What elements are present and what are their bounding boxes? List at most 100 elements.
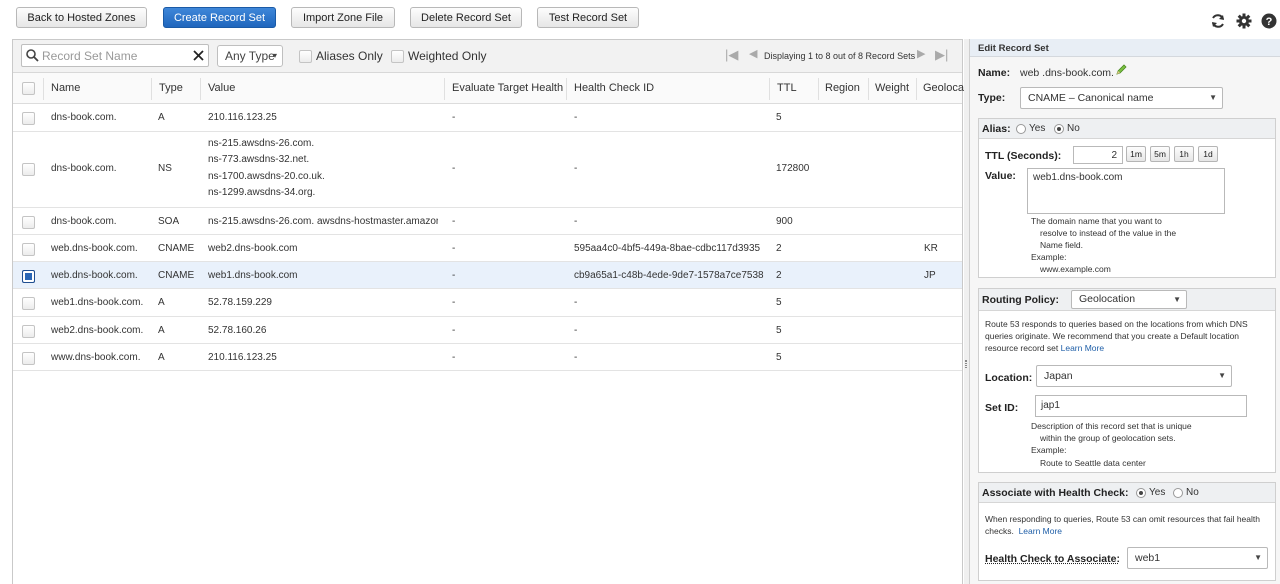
location-select[interactable]: Japan ▼	[1036, 365, 1232, 387]
first-page-icon[interactable]: |◀	[725, 47, 738, 63]
row-evaluate-target-health: -	[452, 112, 455, 123]
ttl-5m-button[interactable]: 5m	[1150, 146, 1170, 162]
row-checkbox[interactable]	[22, 352, 35, 365]
row-evaluate-target-health: -	[452, 163, 455, 174]
splitter-grip[interactable]	[965, 360, 967, 368]
type-filter-select[interactable]: Any Type ▾	[217, 45, 283, 67]
clear-search-icon[interactable]	[193, 50, 204, 61]
test-record-set-button[interactable]: Test Record Set	[537, 7, 639, 28]
row-value-line: ns-215.awsdns-26.com.	[208, 138, 314, 149]
table-row[interactable]: dns-book.com. NS ns-215.awsdns-26.com. n…	[13, 132, 962, 208]
learn-more-link[interactable]: Learn More	[1061, 343, 1104, 353]
row-name: dns-book.com.	[51, 163, 117, 174]
row-checkbox[interactable]	[22, 270, 35, 283]
routing-description-line: queries originate. We recommend that you…	[985, 330, 1239, 342]
aliases-only-checkbox[interactable]	[299, 50, 312, 63]
row-value: web1.dns-book.com	[208, 270, 298, 281]
pencil-icon[interactable]	[1115, 64, 1127, 76]
alias-yes-radio[interactable]	[1016, 124, 1026, 134]
back-to-hosted-zones-button[interactable]: Back to Hosted Zones	[16, 7, 147, 28]
alias-no-label: No	[1067, 123, 1080, 134]
row-name: dns-book.com.	[51, 112, 117, 123]
help-icon[interactable]: ?	[1260, 12, 1278, 30]
row-checkbox[interactable]	[22, 216, 35, 229]
row-ttl: 900	[776, 216, 793, 227]
table-row[interactable]: web2.dns-book.com. A 52.78.160.26 - - 5	[13, 317, 962, 344]
column-header-health-check-id[interactable]: Health Check ID	[574, 82, 654, 94]
create-record-set-button[interactable]: Create Record Set	[163, 7, 276, 28]
row-checkbox[interactable]	[22, 297, 35, 310]
alias-no-radio[interactable]	[1054, 124, 1064, 134]
row-type: CNAME	[158, 270, 194, 281]
import-zone-file-button[interactable]: Import Zone File	[291, 7, 395, 28]
location-label: Location:	[985, 372, 1032, 384]
type-label: Type:	[978, 92, 1005, 104]
learn-more-link[interactable]: Learn More	[1019, 526, 1062, 536]
row-checkbox[interactable]	[22, 325, 35, 338]
column-header-ttl[interactable]: TTL	[777, 82, 797, 94]
row-health-check-id: -	[574, 325, 577, 336]
ttl-1h-button[interactable]: 1h	[1174, 146, 1194, 162]
row-value: web2.dns-book.com	[208, 243, 298, 254]
column-header-value[interactable]: Value	[208, 82, 235, 94]
chevron-down-icon: ▼	[1209, 88, 1217, 108]
health-check-value: web1	[1135, 552, 1160, 564]
table-row[interactable]: web.dns-book.com. CNAME web2.dns-book.co…	[13, 235, 962, 262]
routing-policy-select[interactable]: Geolocation ▼	[1071, 290, 1187, 309]
row-name: web2.dns-book.com.	[51, 325, 143, 336]
ttl-1m-button[interactable]: 1m	[1126, 146, 1146, 162]
record-type-select[interactable]: CNAME – Canonical name ▼	[1020, 87, 1223, 109]
column-header-geolocation[interactable]: Geoloca	[923, 82, 964, 94]
table-row[interactable]: dns-book.com. SOA ns-215.awsdns-26.com. …	[13, 208, 962, 235]
health-check-select[interactable]: web1 ▼	[1127, 547, 1268, 569]
row-health-check-id: -	[574, 216, 577, 227]
record-value-section: Alias: Yes No TTL (Seconds): 2 1m 5m 1h …	[978, 118, 1276, 278]
row-checkbox[interactable]	[22, 112, 35, 125]
associate-no-radio[interactable]	[1173, 488, 1183, 498]
filter-bar: Any Type ▾ Aliases Only Weighted Only |◀…	[13, 40, 962, 73]
table-row[interactable]: www.dns-book.com. A 210.116.123.25 - - 5	[13, 344, 962, 371]
table-row-selected[interactable]: web.dns-book.com. CNAME web1.dns-book.co…	[13, 262, 962, 289]
last-page-icon[interactable]: ▶|	[935, 47, 948, 63]
weighted-only-checkbox[interactable]	[391, 50, 404, 63]
next-page-icon[interactable]: ▶	[917, 47, 925, 60]
column-header-weight[interactable]: Weight	[875, 82, 909, 94]
refresh-icon[interactable]	[1209, 12, 1227, 30]
location-value: Japan	[1044, 370, 1073, 382]
row-name: dns-book.com.	[51, 216, 117, 227]
row-evaluate-target-health: -	[452, 243, 455, 254]
routing-policy-section: Routing Policy: Geolocation ▼ Route 53 r…	[978, 288, 1276, 473]
row-evaluate-target-health: -	[452, 216, 455, 227]
routing-description-line: resource record set Learn More	[985, 342, 1104, 354]
column-header-region[interactable]: Region	[825, 82, 860, 94]
row-value-line: ns-773.awsdns-32.net.	[208, 154, 309, 165]
table-row[interactable]: dns-book.com. A 210.116.123.25 - - 5	[13, 104, 962, 132]
record-sets-panel: Any Type ▾ Aliases Only Weighted Only |◀…	[12, 39, 963, 584]
associate-yes-radio[interactable]	[1136, 488, 1146, 498]
row-health-check-id: -	[574, 112, 577, 123]
column-header-name[interactable]: Name	[51, 82, 80, 94]
gear-icon[interactable]	[1235, 12, 1253, 30]
health-check-description-line: checks. Learn More	[985, 525, 1062, 537]
row-ttl: 5	[776, 297, 782, 308]
search-input[interactable]	[42, 47, 192, 64]
value-textarea[interactable]: web1.dns-book.com	[1027, 168, 1225, 214]
column-header-type[interactable]: Type	[159, 82, 183, 94]
row-geolocation: KR	[924, 243, 938, 254]
record-set-search	[21, 44, 209, 67]
row-name: web.dns-book.com.	[51, 243, 138, 254]
delete-record-set-button[interactable]: Delete Record Set	[410, 7, 522, 28]
ttl-1d-button[interactable]: 1d	[1198, 146, 1218, 162]
column-divider	[916, 78, 917, 100]
table-row[interactable]: web1.dns-book.com. A 52.78.159.229 - - 5	[13, 289, 962, 317]
table-header: Name Type Value Evaluate Target Health H…	[13, 73, 962, 104]
ttl-input[interactable]: 2	[1073, 146, 1123, 164]
row-checkbox[interactable]	[22, 243, 35, 256]
set-id-input[interactable]: jap1	[1035, 395, 1247, 417]
row-evaluate-target-health: -	[452, 270, 455, 281]
prev-page-icon[interactable]: ◀	[749, 47, 757, 60]
row-checkbox[interactable]	[22, 163, 35, 176]
edit-record-set-panel: Edit Record Set Name: web .dns-book.com.…	[969, 39, 1280, 584]
select-all-checkbox[interactable]	[22, 82, 35, 95]
column-header-evaluate-target-health[interactable]: Evaluate Target Health	[452, 82, 563, 94]
